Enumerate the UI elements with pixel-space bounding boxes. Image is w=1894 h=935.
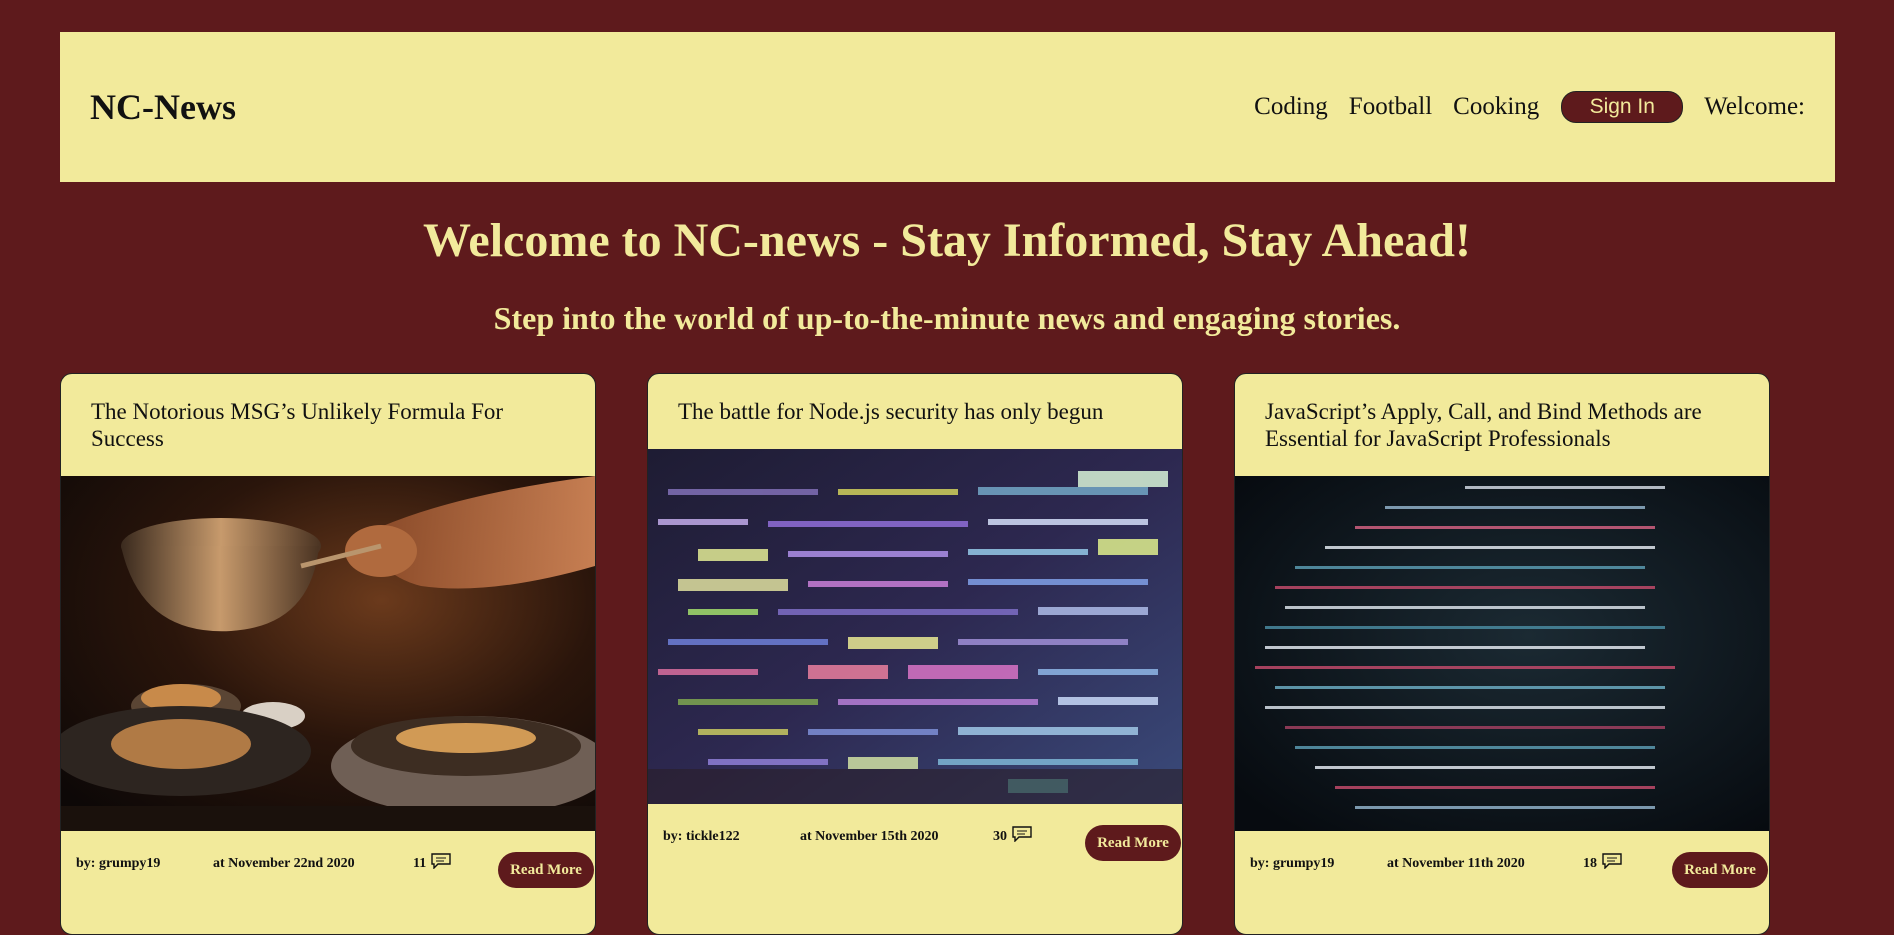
hero-subtitle: Step into the world of up-to-the-minute …: [493, 300, 1401, 336]
read-more-button[interactable]: Read More: [1085, 825, 1181, 861]
main-nav: Coding Football Cooking Sign In Welcome:: [1233, 32, 1805, 182]
cooking-photo[interactable]: [61, 476, 595, 831]
article-card: JavaScript’s Apply, Call, and Bind Metho…: [1234, 373, 1770, 935]
article-title[interactable]: The Notorious MSG’s Unlikely Formula For…: [91, 398, 565, 452]
article-author: by: tickle122: [663, 829, 740, 844]
article-date: at November 22nd 2020: [213, 856, 355, 871]
comment-count-value: 18: [1583, 856, 1597, 871]
comment-count[interactable]: 30: [993, 826, 1033, 845]
article-title[interactable]: JavaScript’s Apply, Call, and Bind Metho…: [1265, 398, 1739, 452]
article-author: by: grumpy19: [76, 856, 161, 871]
article-card: The battle for Node.js security has only…: [647, 373, 1183, 935]
article-title[interactable]: The battle for Node.js security has only…: [678, 398, 1152, 425]
comment-icon: [431, 853, 451, 869]
read-more-button[interactable]: Read More: [1672, 852, 1768, 888]
code-screen-photo[interactable]: [648, 449, 1182, 804]
article-card: The Notorious MSG’s Unlikely Formula For…: [60, 373, 596, 935]
article-date: at November 15th 2020: [800, 829, 939, 844]
comment-count[interactable]: 11: [413, 853, 452, 872]
comment-count-value: 11: [413, 856, 427, 871]
site-logo[interactable]: NC-News: [90, 32, 236, 182]
comment-count-value: 30: [993, 829, 1007, 844]
nav-link-coding[interactable]: Coding: [1254, 93, 1328, 121]
read-more-button[interactable]: Read More: [498, 852, 594, 888]
nav-link-football[interactable]: Football: [1349, 93, 1432, 121]
sign-in-button[interactable]: Sign In: [1561, 91, 1684, 123]
comment-icon: [1012, 826, 1032, 842]
welcome-label: Welcome:: [1704, 93, 1805, 120]
comment-count[interactable]: 18: [1583, 853, 1623, 872]
code-screen-photo[interactable]: [1235, 476, 1769, 831]
nav-link-cooking[interactable]: Cooking: [1453, 93, 1539, 121]
comment-icon: [1602, 853, 1622, 869]
hero-title: Welcome to NC-news - Stay Informed, Stay…: [423, 214, 1471, 267]
site-header: NC-News Coding Football Cooking Sign In …: [60, 32, 1835, 182]
article-author: by: grumpy19: [1250, 856, 1335, 871]
article-date: at November 11th 2020: [1387, 856, 1525, 871]
